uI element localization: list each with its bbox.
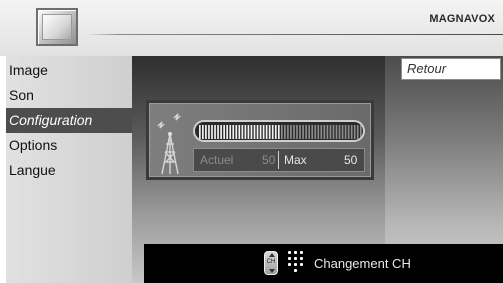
signal-tick <box>320 125 323 139</box>
signal-tick <box>353 125 356 139</box>
signal-tick <box>290 125 292 139</box>
signal-tick <box>323 125 326 139</box>
signal-tick <box>341 125 344 139</box>
signal-tick <box>329 125 332 139</box>
signal-tick <box>271 125 274 139</box>
signal-tick <box>311 125 314 139</box>
signal-tick <box>274 125 277 139</box>
antenna-icon <box>157 113 181 175</box>
signal-tick <box>256 125 259 139</box>
retour-button[interactable]: Retour <box>401 58 501 80</box>
signal-tick <box>350 125 353 139</box>
signal-tick <box>317 125 320 139</box>
signal-tick <box>235 125 238 139</box>
main-menu: Image Son Configuration Options Langue <box>6 56 132 283</box>
signal-tick <box>332 125 335 139</box>
signal-tick <box>244 125 247 139</box>
menu-item-label: Configuration <box>9 112 93 128</box>
current-value: 50 <box>262 153 276 167</box>
readout-divider <box>278 151 279 169</box>
menu-item-label: Options <box>9 137 58 153</box>
signal-tick <box>308 125 310 139</box>
signal-tick <box>205 125 207 139</box>
signal-tick <box>253 125 256 139</box>
signal-tick <box>262 125 265 139</box>
signal-tick <box>299 125 301 139</box>
signal-tick <box>314 125 317 139</box>
signal-tick <box>208 125 210 139</box>
signal-tick <box>238 125 241 139</box>
menu-item-langue[interactable]: Langue <box>6 158 132 183</box>
signal-tick <box>293 125 295 139</box>
signal-tick <box>250 125 253 139</box>
signal-tick <box>356 125 359 139</box>
signal-tick <box>223 125 225 139</box>
keypad-icon <box>288 251 304 273</box>
menu-item-label: Langue <box>9 162 56 178</box>
signal-tick <box>287 125 289 139</box>
signal-tick <box>268 125 271 139</box>
signal-readout: Actuel 50 Max 50 <box>193 148 365 172</box>
signal-tick <box>344 125 347 139</box>
header-divider <box>86 34 503 35</box>
menu-item-configuration[interactable]: Configuration <box>6 108 132 133</box>
brand-logo: MAGNAVOX <box>429 13 495 25</box>
signal-tick <box>232 125 235 139</box>
max-value: 50 <box>344 153 358 167</box>
signal-tick <box>211 125 213 139</box>
retour-label: Retour <box>407 61 447 76</box>
signal-tick <box>305 125 307 139</box>
menu-item-image[interactable]: Image <box>6 58 132 83</box>
tv-menu-screen: MAGNAVOX Image Son Configuration Options… <box>0 0 503 283</box>
ch-button-icon: CH <box>264 251 278 275</box>
signal-tick <box>214 125 216 139</box>
signal-tick <box>259 125 262 139</box>
menu-item-label: Image <box>9 62 48 78</box>
signal-tick <box>241 125 244 139</box>
menu-item-son[interactable]: Son <box>6 83 132 108</box>
header-bar: MAGNAVOX <box>0 0 503 56</box>
signal-tick <box>226 125 228 139</box>
signal-tick <box>296 125 298 139</box>
signal-tick <box>338 125 341 139</box>
signal-tick <box>281 125 283 139</box>
signal-tick <box>199 125 201 139</box>
current-label: Actuel <box>200 153 234 167</box>
signal-tick <box>347 125 350 139</box>
signal-tick <box>220 125 222 139</box>
max-label: Max <box>284 153 307 167</box>
tv-icon <box>36 8 78 46</box>
signal-tick <box>326 125 329 139</box>
menu-item-options[interactable]: Options <box>6 133 132 158</box>
menu-item-label: Son <box>9 87 34 103</box>
signal-level-bar <box>193 120 365 142</box>
signal-tick <box>302 125 304 139</box>
signal-tick <box>202 125 204 139</box>
signal-level-ticks <box>199 125 362 139</box>
signal-tick <box>217 125 219 139</box>
signal-tick <box>359 125 362 139</box>
signal-tick <box>284 125 286 139</box>
signal-tick <box>335 125 338 139</box>
signal-tick <box>265 125 268 139</box>
signal-tick <box>247 125 250 139</box>
bottom-hint-label: Changement CH <box>314 256 411 271</box>
signal-tick <box>229 125 232 139</box>
signal-tick <box>277 125 280 139</box>
